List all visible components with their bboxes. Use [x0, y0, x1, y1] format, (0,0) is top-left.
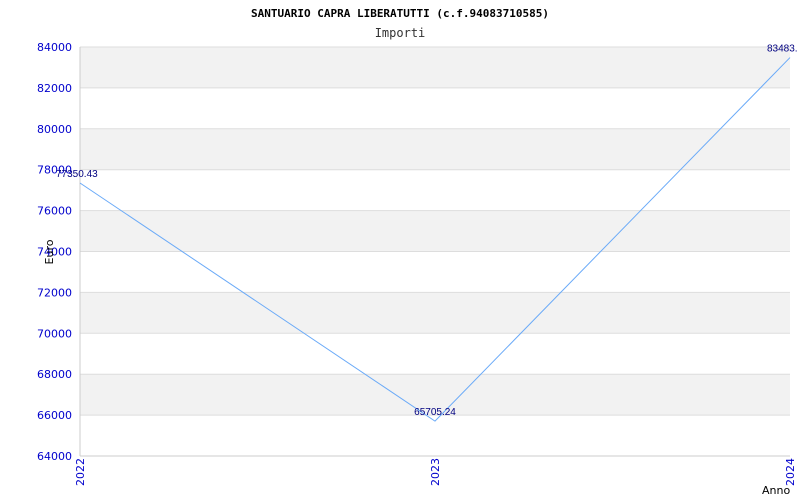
y-tick-label: 68000 [37, 368, 72, 381]
grid-bands [80, 47, 790, 416]
y-axis-label: Euro [43, 239, 56, 264]
chart-svg: 6400066000680007000072000740007600078000… [37, 7, 798, 497]
chart: 64000 66000 68000 70000 72000 74000 76000 78000… [0, 0, 800, 500]
y-tick-label: 80000 [37, 123, 72, 136]
grid-band [80, 292, 790, 334]
chart-title: SANTUARIO CAPRA LIBERATUTTI (c.f.9408371… [251, 7, 549, 20]
y-tick-label: 76000 [37, 205, 72, 218]
x-tick-label: 2023 [429, 458, 442, 486]
chart-subtitle: Importi [375, 26, 426, 40]
x-tick-label: 2022 [74, 458, 87, 486]
data-label: 77350.43 [56, 169, 98, 180]
grid-band [80, 47, 790, 88]
data-label: 65705.24 [414, 407, 456, 418]
grid-band [80, 128, 790, 170]
data-label: 83483. [767, 44, 798, 55]
y-tick-label: 82000 [37, 82, 72, 95]
x-axis-label: Anno [762, 484, 790, 497]
y-tick-label: 64000 [37, 450, 72, 463]
x-tick-label: 2024 [784, 458, 797, 486]
y-tick-label: 70000 [37, 327, 72, 340]
y-tick-label: 66000 [37, 409, 72, 422]
y-tick-label: 72000 [37, 286, 72, 299]
grid-band [80, 210, 790, 252]
y-tick-label: 84000 [37, 41, 72, 54]
x-tick-labels: 2022 2023 2024 [74, 458, 797, 486]
